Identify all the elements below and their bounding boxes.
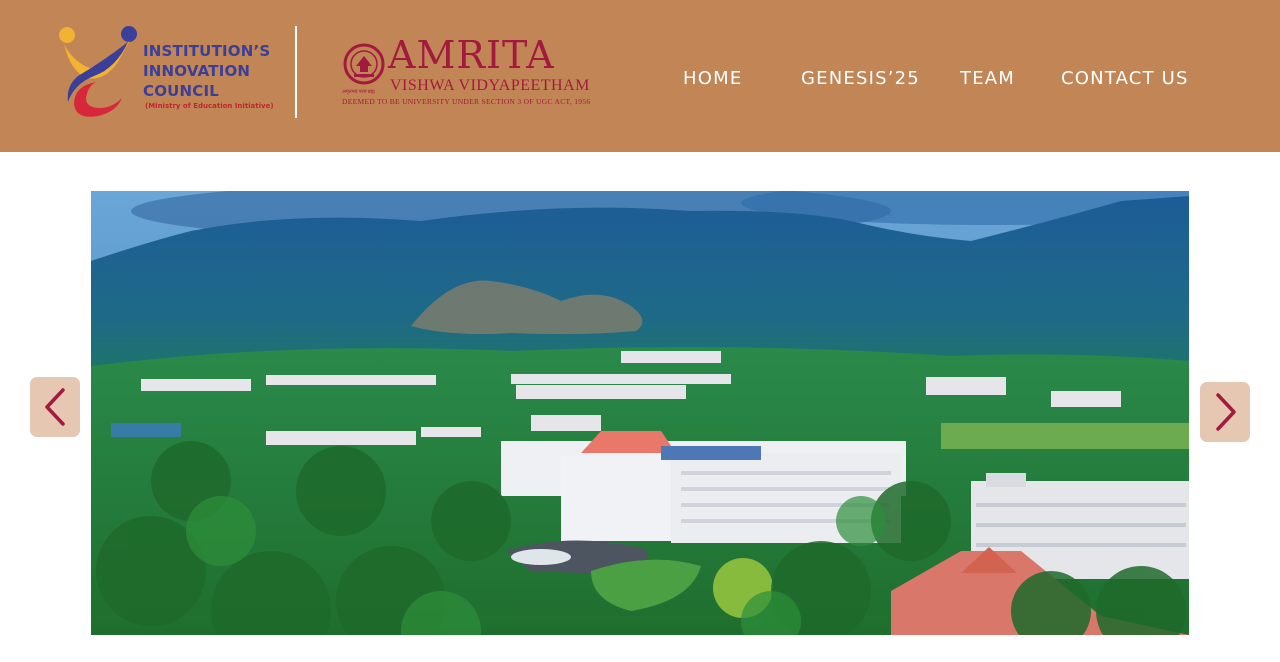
site-header: INSTITUTION’S INNOVATION COUNCIL (Minist… [0,0,1280,152]
chevron-left-icon [45,388,65,426]
amrita-motto: अमृतमयं परमं ब्रह्म [342,90,375,95]
nav-home-link[interactable]: HOME [683,68,742,89]
amrita-deemed-line: DEEMED TO BE UNIVERSITY UNDER SECTION 3 … [342,97,591,106]
amrita-logo[interactable]: AMRITA VISHWA VIDYAPEETHAM अमृतमयं परमं … [340,33,600,110]
iic-title-line-3: COUNCIL [143,82,220,100]
carousel-next-button[interactable] [1200,382,1250,442]
nav-contact-link[interactable]: CONTACT US [1061,68,1189,89]
iic-title-line-1: INSTITUTION’S [143,42,271,60]
chevron-right-icon [1216,393,1236,431]
amrita-tagline: VISHWA VIDYAPEETHAM [390,77,590,94]
iic-subtitle: (Ministry of Education Initiative) [145,102,274,110]
nav-team-link[interactable]: TEAM [960,68,1015,89]
logo-divider [295,26,297,118]
amrita-emblem-icon [343,43,385,85]
iic-title: INSTITUTION’S INNOVATION COUNCIL [143,41,278,101]
nav-genesis-link[interactable]: GENESIS’25 [801,68,920,89]
iic-mark-icon [59,26,137,117]
iic-logo[interactable]: INSTITUTION’S INNOVATION COUNCIL (Minist… [56,24,276,120]
iic-title-line-2: INNOVATION [143,62,251,80]
carousel-prev-button[interactable] [30,377,80,437]
campus-aerial-photo [91,191,1189,635]
amrita-wordmark: AMRITA [388,33,555,77]
hero-carousel[interactable] [91,191,1189,635]
